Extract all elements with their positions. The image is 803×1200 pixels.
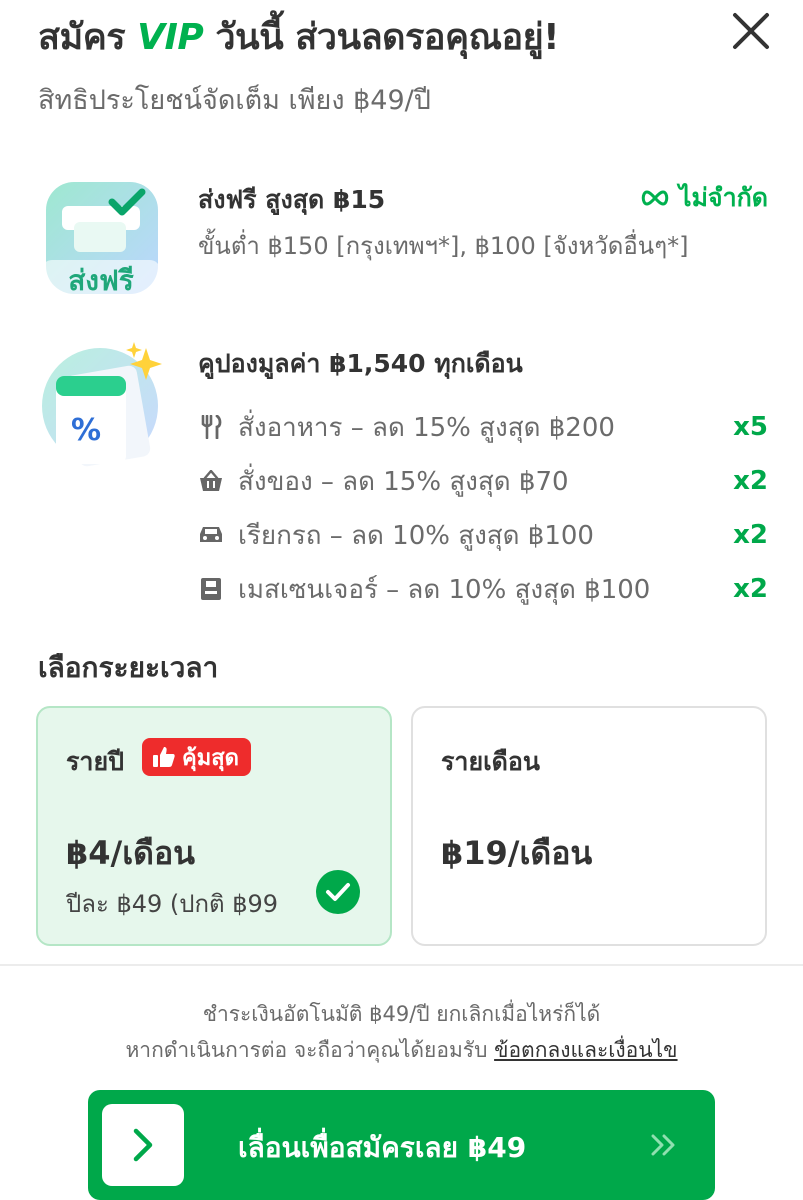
coupon-item-messenger: เมสเซนเจอร์ – ลด 10% สูงสุด ฿100 x2 <box>198 562 768 616</box>
header: สมัคร VIP วันนี้ ส่วนลดรอคุณอยู่! <box>38 8 778 65</box>
title-prefix: สมัคร <box>38 17 138 58</box>
coupon-item-qty: x2 <box>733 520 768 550</box>
divider <box>0 964 803 966</box>
page-title: สมัคร VIP วันนี้ ส่วนลดรอคุณอยู่! <box>38 8 778 65</box>
chevron-right-icon <box>133 1128 153 1162</box>
fork-knife-icon <box>198 414 224 440</box>
parcel-icon <box>198 576 224 602</box>
terms-prefix: หากดำเนินการต่อ จะถือว่าคุณได้ยอมรับ <box>125 1038 495 1062</box>
plan-monthly-price: ฿19/เดือน <box>441 834 593 872</box>
auto-renew-text: ชำระเงินอัตโนมัติ ฿49/ปี ยกเลิกเมื่อไหร่… <box>202 1002 601 1026</box>
double-chevron-right-icon <box>651 1134 675 1156</box>
coupon-item-qty: x2 <box>733 574 768 604</box>
plan-yearly-price: ฿4/เดือน <box>66 834 196 872</box>
terms-link[interactable]: ข้อตกลงและเงื่อนไข <box>494 1038 677 1062</box>
svg-text:%: % <box>71 413 101 448</box>
free-delivery-icon-text: ส่งฟรี <box>68 264 134 297</box>
thumbs-up-icon <box>153 747 175 767</box>
best-value-badge: คุ้มสุด <box>142 738 251 776</box>
title-suffix: วันนี้ ส่วนลดรอคุณอยู่! <box>203 17 560 58</box>
coupon-item-text: สั่งอาหาร – ลด 15% สูงสุด ฿200 <box>238 412 615 443</box>
unlimited-text: ไม่จำกัด <box>678 183 768 212</box>
terms-line: หากดำเนินการต่อ จะถือว่าคุณได้ยอมรับ ข้อ… <box>0 1032 803 1068</box>
coupon-list: สั่งอาหาร – ลด 15% สูงสุด ฿200 x5 สั่งขอ… <box>198 400 768 616</box>
coupon-item-ride: เรียกรถ – ลด 10% สูงสุด ฿100 x2 <box>198 508 768 562</box>
free-delivery-icon: ส่งฟรี <box>38 176 168 306</box>
close-icon <box>733 13 769 49</box>
plan-yearly-card[interactable]: รายปี คุ้มสุด ฿4/เดือน ปีละ ฿49 (ปกติ ฿9… <box>36 706 392 946</box>
free-delivery-title: ส่งฟรี สูงสุด ฿15 <box>198 185 386 214</box>
plan-monthly-name: รายเดือน <box>441 747 540 776</box>
unlimited-label: ไม่จำกัด <box>639 178 768 218</box>
free-delivery-description: ขั้นต่ำ ฿150 [กรุงเทพฯ*], ฿100 [จังหวัดอ… <box>198 232 689 260</box>
plan-yearly-note: ปีละ ฿49 (ปกติ ฿99 <box>66 890 279 918</box>
title-vip: VIP <box>137 17 204 58</box>
selected-check-icon <box>316 870 360 914</box>
infinity-icon <box>641 190 669 206</box>
basket-icon <box>198 468 224 494</box>
coupon-item-food: สั่งอาหาร – ลด 15% สูงสุด ฿200 x5 <box>198 400 768 454</box>
coupon-icon: % <box>38 340 168 470</box>
coupon-item-mart: สั่งของ – ลด 15% สูงสุด ฿70 x2 <box>198 454 768 508</box>
coupon-item-text: เมสเซนเจอร์ – ลด 10% สูงสุด ฿100 <box>238 574 651 605</box>
coupon-item-text: เรียกรถ – ลด 10% สูงสุด ฿100 <box>238 520 594 551</box>
coupon-item-qty: x5 <box>733 412 768 442</box>
legal-text: ชำระเงินอัตโนมัติ ฿49/ปี ยกเลิกเมื่อไหร่… <box>0 996 803 1068</box>
slide-to-subscribe[interactable]: เลื่อนเพื่อสมัครเลย ฿49 <box>88 1090 715 1200</box>
coupons-title: คูปองมูลค่า ฿1,540 ทุกเดือน <box>198 349 523 378</box>
car-icon <box>198 522 224 548</box>
coupon-item-text: สั่งของ – ลด 15% สูงสุด ฿70 <box>238 466 569 497</box>
plan-monthly-card[interactable]: รายเดือน ฿19/เดือน <box>411 706 767 946</box>
coupon-item-qty: x2 <box>733 466 768 496</box>
slider-label: เลื่อนเพื่อสมัครเลย ฿49 <box>238 1131 527 1164</box>
benefit-coupons: % คูปองมูลค่า ฿1,540 ทุกเดือน สั่งอาหาร … <box>38 340 768 620</box>
page-subtitle: สิทธิประโยชน์จัดเต็ม เพียง ฿49/ปี <box>38 85 431 116</box>
plan-yearly-name: รายปี <box>66 747 124 776</box>
benefit-free-delivery: ส่งฟรี ส่งฟรี สูงสุด ฿15 ไม่จำกัด ขั้นต่… <box>38 176 768 306</box>
plan-section-label: เลือกระยะเวลา <box>38 651 219 684</box>
best-value-text: คุ้มสุด <box>182 745 239 771</box>
slider-knob[interactable] <box>102 1104 184 1186</box>
close-button[interactable] <box>730 10 772 52</box>
